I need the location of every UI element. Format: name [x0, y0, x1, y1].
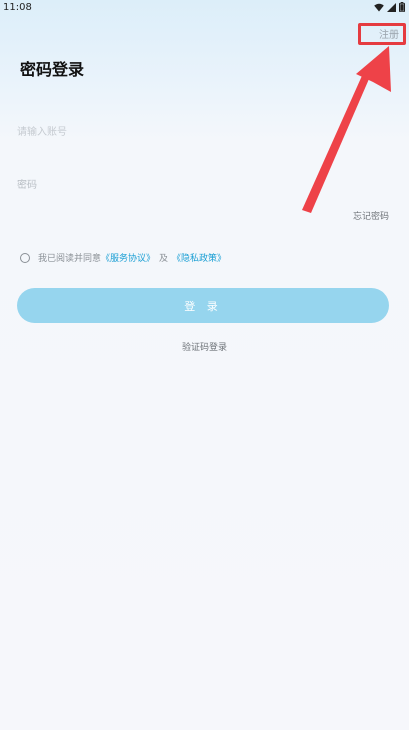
- service-agreement-link[interactable]: 《服务协议》: [101, 251, 155, 264]
- arrow-annotation: [302, 46, 391, 213]
- login-button[interactable]: 登 录: [17, 288, 389, 323]
- signal-icon: [387, 2, 396, 12]
- agreement-prefix: 我已阅读并同意: [38, 254, 102, 264]
- agreement-checkbox[interactable]: [20, 252, 30, 263]
- wifi-icon: [374, 3, 384, 11]
- agreement-conjunction: 及: [159, 254, 169, 264]
- privacy-policy-link[interactable]: 《隐私政策》: [172, 251, 226, 264]
- page-title: 密码登录: [20, 60, 85, 79]
- sms-login-link[interactable]: 验证码登录: [0, 340, 409, 353]
- battery-icon: [399, 2, 405, 12]
- agreement-row: 我已阅读并同意 《服务协议》 及 《隐私政策》: [20, 251, 226, 264]
- highlight-box: [358, 23, 406, 45]
- forgot-password-link[interactable]: 忘记密码: [353, 209, 389, 222]
- password-input[interactable]: [17, 171, 389, 199]
- status-icons: [374, 2, 405, 12]
- status-bar: 11:08: [0, 0, 409, 14]
- account-input[interactable]: [17, 118, 389, 146]
- status-time: 11:08: [3, 1, 32, 13]
